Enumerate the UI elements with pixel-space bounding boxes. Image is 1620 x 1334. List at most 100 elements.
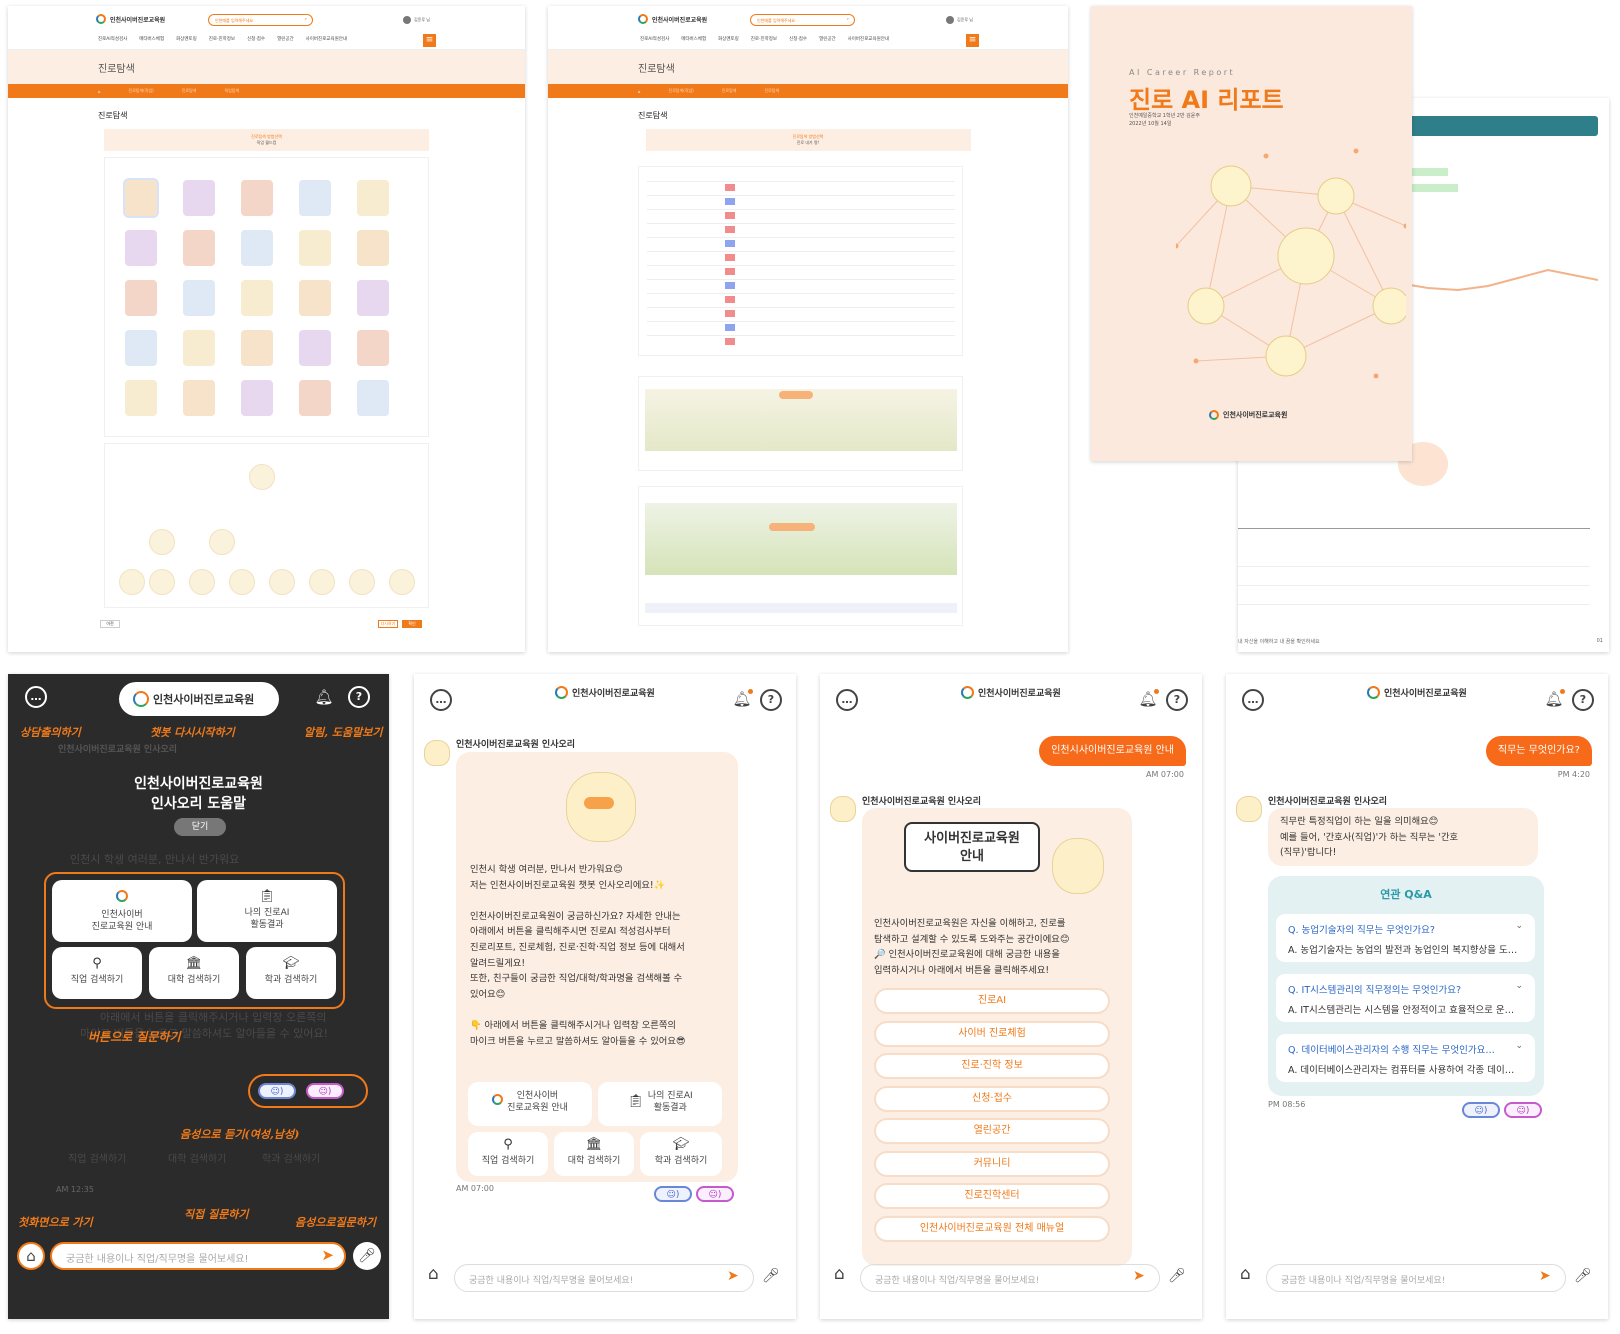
voice-female-button[interactable]: ☺) <box>654 1186 692 1202</box>
answer-checkbox[interactable] <box>725 184 735 191</box>
help-icon[interactable]: ? <box>760 689 782 711</box>
job-card[interactable] <box>125 330 157 366</box>
job-card[interactable] <box>357 280 389 316</box>
chat-input[interactable]: 궁금한 내용이나 직업/직무명을 물어보세요! <box>1266 1264 1566 1292</box>
breadcrumb-item[interactable]: 진로탐색 <box>764 88 779 94</box>
search-input[interactable]: 인천매를 입력해주세요 ⌕ <box>208 14 313 26</box>
send-icon[interactable]: ➤ <box>727 1268 739 1284</box>
job-card[interactable] <box>357 230 389 266</box>
job-card[interactable] <box>183 280 215 316</box>
search-icon[interactable]: ⌕ <box>847 16 849 21</box>
chevron-down-icon[interactable]: ⌄ <box>1515 981 1523 991</box>
qa-item[interactable]: Q. 데이터베이스관리자의 수행 직무는 무엇인가요… ⌄ A. 데이터베이스관리자… <box>1276 1034 1535 1082</box>
confirm-button[interactable]: 확인 <box>402 620 422 628</box>
breadcrumb-item[interactable]: 진로탐색 <box>182 88 197 94</box>
voice-male-button[interactable]: ☺) <box>696 1186 734 1202</box>
my-ai-result-button[interactable]: 📋︎ 나의 진로AI 활동결과 <box>197 880 337 942</box>
mic-icon[interactable]: 🎤︎ <box>1168 1268 1186 1284</box>
job-card[interactable] <box>299 280 331 316</box>
answer-checkbox[interactable] <box>725 198 735 205</box>
search-icon[interactable]: ⌕ <box>305 16 307 21</box>
answer-checkbox[interactable] <box>725 296 735 303</box>
job-card[interactable] <box>299 330 331 366</box>
answer-checkbox[interactable] <box>725 282 735 289</box>
chat-logo[interactable]: 인천사이버진로교육원 <box>555 686 655 699</box>
hamburger-icon[interactable]: ≡ <box>966 34 979 47</box>
send-icon[interactable]: ➤ <box>321 1246 334 1264</box>
home-icon[interactable]: ⌂ <box>17 1242 45 1270</box>
send-icon[interactable]: ➤ <box>1539 1268 1551 1284</box>
nav-item[interactable]: 진로·진학정보 <box>751 36 777 42</box>
menu-button[interactable]: 진로진학센터 <box>874 1183 1110 1209</box>
job-card[interactable] <box>299 380 331 416</box>
univ-search-button[interactable]: 🏛︎ 대학 검색하기 <box>554 1132 634 1176</box>
restart-chatbot-button[interactable]: 인천사이버진로교육원 <box>119 682 279 716</box>
guide-button[interactable]: 인천사이버 진로교육원 안내 <box>468 1082 592 1126</box>
job-card[interactable] <box>241 280 273 316</box>
bracket-node[interactable] <box>189 569 215 595</box>
bracket-node[interactable] <box>309 569 335 595</box>
answer-checkbox[interactable] <box>725 226 735 233</box>
univ-search-button[interactable]: 🏛︎ 대학 검색하기 <box>149 947 239 999</box>
job-card[interactable] <box>241 180 273 216</box>
help-icon[interactable]: ? <box>348 686 370 708</box>
menu-button[interactable]: 열린공간 <box>874 1118 1110 1144</box>
voice-female-button[interactable]: ☺) <box>1462 1102 1500 1118</box>
menu-button[interactable]: 커뮤니티 <box>874 1150 1110 1177</box>
answer-checkbox[interactable] <box>725 240 735 247</box>
mic-icon[interactable]: 🎤︎ <box>1574 1268 1592 1284</box>
job-card[interactable] <box>123 178 159 218</box>
job-card[interactable] <box>183 330 215 366</box>
chat-consult-icon[interactable]: … <box>430 689 452 711</box>
bracket-node[interactable] <box>349 569 375 595</box>
nav-item[interactable]: 메타버스체험 <box>681 36 706 42</box>
qa-item[interactable]: Q. IT시스템관리의 직무정의는 무엇인가요? ⌄ A. IT시스템관리는 시스템… <box>1276 974 1535 1022</box>
hamburger-icon[interactable]: ≡ <box>423 34 436 47</box>
chat-input[interactable]: 궁금한 내용이나 직업/직무명을 물어보세요! ➤ <box>50 1242 346 1270</box>
answer-checkbox[interactable] <box>725 324 735 331</box>
job-card[interactable] <box>125 380 157 416</box>
bracket-node[interactable] <box>389 569 415 595</box>
major-search-button[interactable]: 🎓︎ 학과 검색하기 <box>246 947 336 999</box>
menu-button[interactable]: 진로·진학 정보 <box>874 1053 1110 1079</box>
chat-consult-icon[interactable]: … <box>1242 689 1264 711</box>
submit-bar[interactable] <box>645 603 957 613</box>
job-search-button[interactable]: ⚲ 직업 검색하기 <box>52 947 142 999</box>
bell-icon[interactable]: 🔔︎ <box>314 687 334 707</box>
user-info[interactable]: 김윤루 님 <box>403 16 430 24</box>
nav-item[interactable]: 메타버스체험 <box>139 36 164 42</box>
my-ai-result-button[interactable]: 📋︎ 나의 진로AI 활동결과 <box>598 1082 722 1126</box>
job-card[interactable] <box>357 180 389 216</box>
menu-button[interactable]: 진로AI <box>874 988 1110 1014</box>
nav-item[interactable]: 화상멘토링 <box>718 36 739 42</box>
bracket-node[interactable] <box>209 529 235 555</box>
answer-checkbox[interactable] <box>725 338 735 345</box>
retry-button[interactable]: 다시하기 <box>378 620 398 628</box>
nav-item[interactable]: 사이버진로교육원안내 <box>306 36 347 42</box>
site-logo[interactable]: 인천사이버진로교육원 <box>96 14 165 24</box>
prev-button[interactable]: 이전 <box>100 620 120 628</box>
user-info[interactable]: 김윤루 님 <box>946 16 973 24</box>
bracket-node[interactable] <box>149 529 175 555</box>
help-icon[interactable]: ? <box>1166 689 1188 711</box>
job-card[interactable] <box>241 330 273 366</box>
voice-male-button[interactable]: ☺) <box>1504 1102 1542 1118</box>
breadcrumb-item[interactable]: 진로탐색 <box>722 88 737 94</box>
nav-item[interactable]: 진로AI적성검사 <box>640 36 669 42</box>
home-icon[interactable]: ⌂ <box>1240 1264 1251 1284</box>
chat-logo[interactable]: 인천사이버진로교육원 <box>1367 686 1467 699</box>
major-search-button[interactable]: 🎓︎ 학과 검색하기 <box>640 1132 722 1176</box>
menu-button[interactable]: 사이버 진로체험 <box>874 1020 1110 1047</box>
bracket-node[interactable] <box>269 569 295 595</box>
job-card[interactable] <box>299 180 331 216</box>
menu-button[interactable]: 인천사이버진로교육원 전체 매뉴얼 <box>874 1215 1110 1242</box>
send-icon[interactable]: ➤ <box>1133 1268 1145 1284</box>
job-card[interactable] <box>183 380 215 416</box>
breadcrumb-item[interactable]: 직업탐색 <box>224 88 239 94</box>
help-icon[interactable]: ? <box>1572 689 1594 711</box>
search-input[interactable]: 인천매를 입력해주세요 ⌕ <box>750 14 855 26</box>
nav-item[interactable]: 열린공간 <box>819 36 836 42</box>
nav-item[interactable]: 열린공간 <box>277 36 294 42</box>
mic-icon[interactable]: 🎤︎ <box>353 1242 381 1270</box>
chat-input[interactable]: 궁금한 내용이나 직업/직무명을 물어보세요! <box>860 1264 1160 1292</box>
